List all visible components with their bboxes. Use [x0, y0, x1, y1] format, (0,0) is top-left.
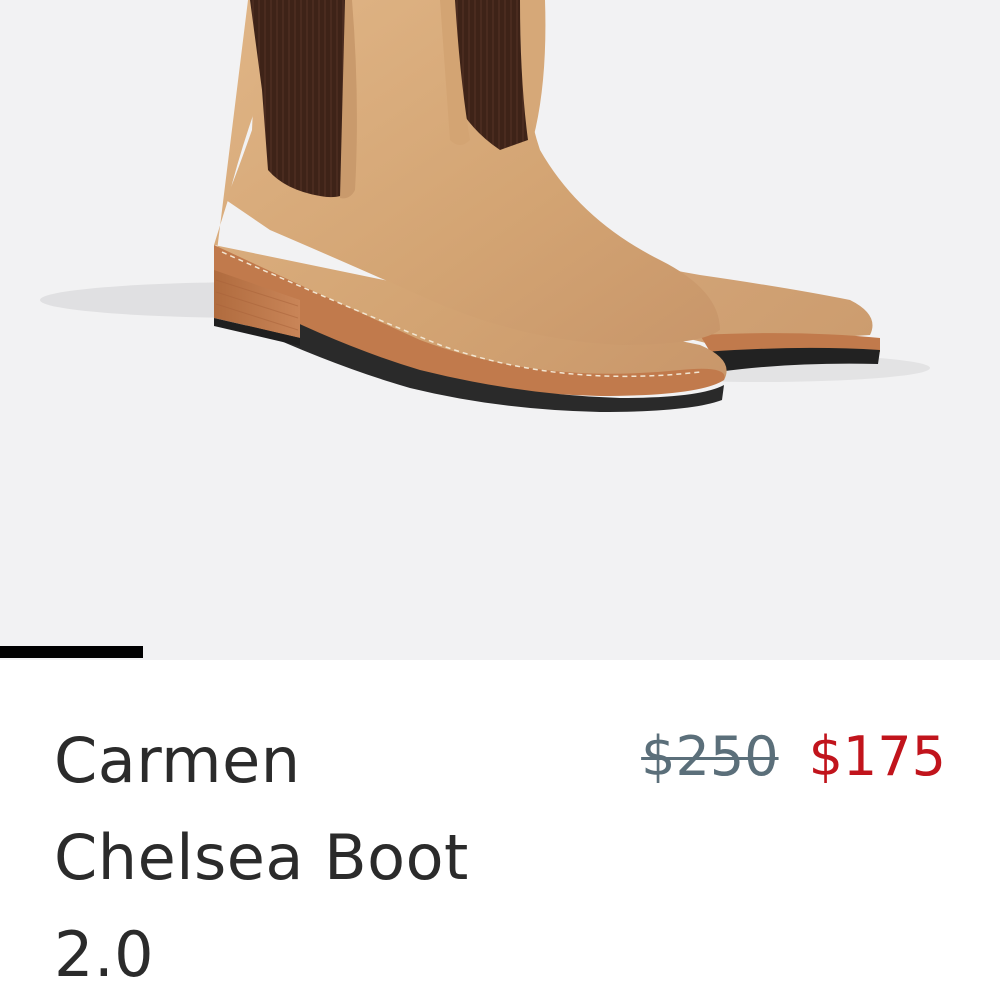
sale-price: $175 — [808, 725, 946, 788]
price-block: $250 $175 — [641, 722, 946, 792]
left-boot — [214, 0, 727, 412]
original-price: $250 — [641, 725, 779, 788]
gallery-progress-indicator — [0, 646, 143, 658]
chelsea-boot-photo — [40, 0, 930, 412]
product-info: Carmen Chelsea Boot 2.0 $250 $175 — [0, 660, 1000, 1000]
product-title-line-1: Carmen — [54, 724, 301, 797]
product-image-gallery[interactable] — [0, 0, 1000, 660]
product-page: Carmen Chelsea Boot 2.0 $250 $175 — [0, 0, 1000, 1000]
gallery-progress-track — [0, 646, 1000, 658]
product-title: Carmen Chelsea Boot 2.0 — [54, 712, 554, 1000]
product-title-line-3: 2.0 — [54, 918, 155, 991]
product-title-line-2: Chelsea Boot — [54, 821, 469, 894]
